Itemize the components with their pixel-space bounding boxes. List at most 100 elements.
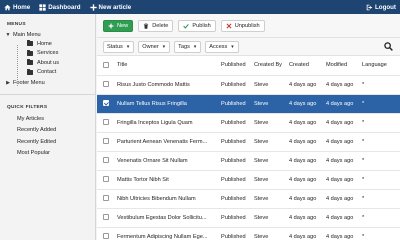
- unpublish-button[interactable]: Unpublish: [220, 19, 265, 32]
- tags-filter-dropdown[interactable]: Tags ▼: [174, 40, 202, 53]
- select-all-cell: [97, 56, 115, 76]
- logout-button[interactable]: Logout: [366, 4, 396, 11]
- owner-filter-dropdown[interactable]: Owner ▼: [138, 40, 171, 53]
- cell-title[interactable]: Venenatis Ornare Sit Nullam: [115, 151, 219, 171]
- folder-icon: [27, 59, 33, 66]
- plus-icon: [89, 3, 97, 11]
- row-checkbox[interactable]: [103, 100, 109, 107]
- cell-modified: 4 days ago: [324, 208, 360, 228]
- menu-item-label: Services: [37, 50, 59, 57]
- table-row[interactable]: Nullam Tellus Risus Fringilla Published St…: [97, 94, 400, 114]
- table-row[interactable]: Mattis Tortor Nibh Sit Published Steve 4 da…: [97, 170, 400, 190]
- filter-recently-edited[interactable]: Recently Edited: [0, 136, 95, 148]
- toolbar: New Delete Publish Unpublish: [97, 14, 400, 38]
- cell-modified: 4 days ago: [324, 170, 360, 190]
- column-header-title[interactable]: Title: [115, 56, 219, 76]
- cell-language: *: [360, 189, 400, 209]
- row-select-cell: [97, 208, 115, 228]
- table-row[interactable]: Vestibulum Egestas Dolor Sollicitu... Pub…: [97, 208, 400, 228]
- column-header-published[interactable]: Published: [219, 56, 252, 76]
- new-button[interactable]: New: [103, 19, 134, 32]
- menu-item-about-us[interactable]: About us: [0, 58, 95, 68]
- column-header-modified[interactable]: Modified: [324, 56, 360, 76]
- row-checkbox[interactable]: [103, 214, 109, 221]
- column-header-created-by[interactable]: Created By: [252, 56, 287, 76]
- tags-filter-label: Tags: [178, 43, 190, 50]
- filter-recently-added[interactable]: Recently Added: [0, 125, 95, 137]
- table-row[interactable]: Risus Justo Commodo Mattis Published Steve…: [97, 75, 400, 95]
- nav-dashboard-label: Dashboard: [48, 3, 81, 11]
- table-row[interactable]: Fringilla Inceptos Ligula Quam Published S…: [97, 113, 400, 133]
- cell-title[interactable]: Nibh Ultricies Bibendum Nullam: [115, 189, 219, 209]
- row-checkbox[interactable]: [103, 157, 109, 164]
- cell-title[interactable]: Fringilla Inceptos Ligula Quam: [115, 113, 219, 133]
- check-icon: [183, 23, 190, 29]
- cell-created-by: Steve: [252, 151, 287, 171]
- nav-dashboard[interactable]: Dashboard: [39, 3, 81, 11]
- table-row[interactable]: Nibh Ultricies Bibendum Nullam Published S…: [97, 189, 400, 209]
- filter-label: Recently Edited: [17, 138, 57, 145]
- row-checkbox[interactable]: [103, 233, 109, 240]
- row-checkbox[interactable]: [103, 176, 109, 183]
- cell-created: 4 days ago: [287, 94, 324, 114]
- cell-title[interactable]: Nullam Tellus Risus Fringilla: [115, 94, 219, 114]
- row-checkbox[interactable]: [103, 81, 109, 88]
- dashboard-icon: [39, 3, 46, 11]
- row-checkbox[interactable]: [103, 195, 109, 202]
- menus-heading: MENUS: [7, 22, 26, 27]
- chevron-down-icon: ▼: [192, 44, 198, 49]
- cell-published: Published: [219, 94, 252, 114]
- menu-item-label: About us: [37, 59, 60, 66]
- nav-home[interactable]: Home: [4, 4, 30, 11]
- logout-label: Logout: [375, 3, 396, 11]
- cell-created-by: Steve: [252, 227, 287, 240]
- menu-item-home[interactable]: Home: [0, 39, 95, 49]
- cell-language: *: [360, 227, 400, 240]
- menu-item-contact[interactable]: Contact: [0, 68, 95, 78]
- access-filter-label: Access: [209, 43, 228, 50]
- new-button-label: New: [117, 22, 129, 29]
- table-row[interactable]: Venenatis Ornare Sit Nullam Published Stev…: [97, 151, 400, 171]
- filter-label: Most Popular: [17, 150, 50, 157]
- status-filter-dropdown[interactable]: Status ▼: [103, 40, 135, 53]
- cell-title[interactable]: Fermentum Adipiscing Nullam Ege...: [115, 227, 219, 240]
- cell-published: Published: [219, 208, 252, 228]
- filter-label: My Articles: [17, 115, 45, 122]
- caret-right-icon: ▶: [6, 79, 10, 86]
- row-select-cell: [97, 132, 115, 152]
- cell-modified: 4 days ago: [324, 94, 360, 114]
- access-filter-dropdown[interactable]: Access ▼: [205, 40, 239, 53]
- menu-footer-menu[interactable]: ▶ Footer Menu: [0, 78, 95, 87]
- row-checkbox[interactable]: [103, 138, 109, 145]
- cell-published: Published: [219, 75, 252, 95]
- nav-new-article-label: New article: [98, 3, 132, 11]
- cell-published: Published: [219, 113, 252, 133]
- column-header-created[interactable]: Created: [287, 56, 324, 76]
- nav-new-article[interactable]: New article: [89, 3, 132, 11]
- folder-icon: [27, 49, 33, 56]
- column-header-language[interactable]: Language: [360, 56, 400, 76]
- filter-my-articles[interactable]: My Articles: [0, 113, 95, 125]
- delete-button[interactable]: Delete: [138, 19, 174, 32]
- row-select-cell: [97, 94, 115, 114]
- cell-title[interactable]: Mattis Tortor Nibh Sit: [115, 170, 219, 190]
- search-icon[interactable]: [384, 42, 393, 51]
- cell-language: *: [360, 170, 400, 190]
- cell-language: *: [360, 113, 400, 133]
- logout-icon: [366, 4, 373, 10]
- publish-button[interactable]: Publish: [178, 19, 216, 32]
- menu-item-services[interactable]: Services: [0, 49, 95, 59]
- table-row[interactable]: Fermentum Adipiscing Nullam Ege... Publis…: [97, 227, 400, 240]
- filter-most-popular[interactable]: Most Popular: [0, 148, 95, 160]
- table-row[interactable]: Parturient Aenean Venenatis Ferm... Publi…: [97, 132, 400, 152]
- cell-language: *: [360, 208, 400, 228]
- owner-filter-label: Owner: [142, 43, 159, 50]
- cell-title[interactable]: Parturient Aenean Venenatis Ferm...: [115, 132, 219, 152]
- filter-bar: Status ▼ Owner ▼ Tags ▼ Access ▼: [97, 38, 400, 56]
- row-checkbox[interactable]: [103, 119, 109, 126]
- cell-created-by: Steve: [252, 94, 287, 114]
- select-all-checkbox[interactable]: [103, 62, 109, 68]
- menu-main-menu[interactable]: ▼ Main Menu: [0, 30, 95, 39]
- cell-title[interactable]: Risus Justo Commodo Mattis: [115, 75, 219, 95]
- cell-title[interactable]: Vestibulum Egestas Dolor Sollicitu...: [115, 208, 219, 228]
